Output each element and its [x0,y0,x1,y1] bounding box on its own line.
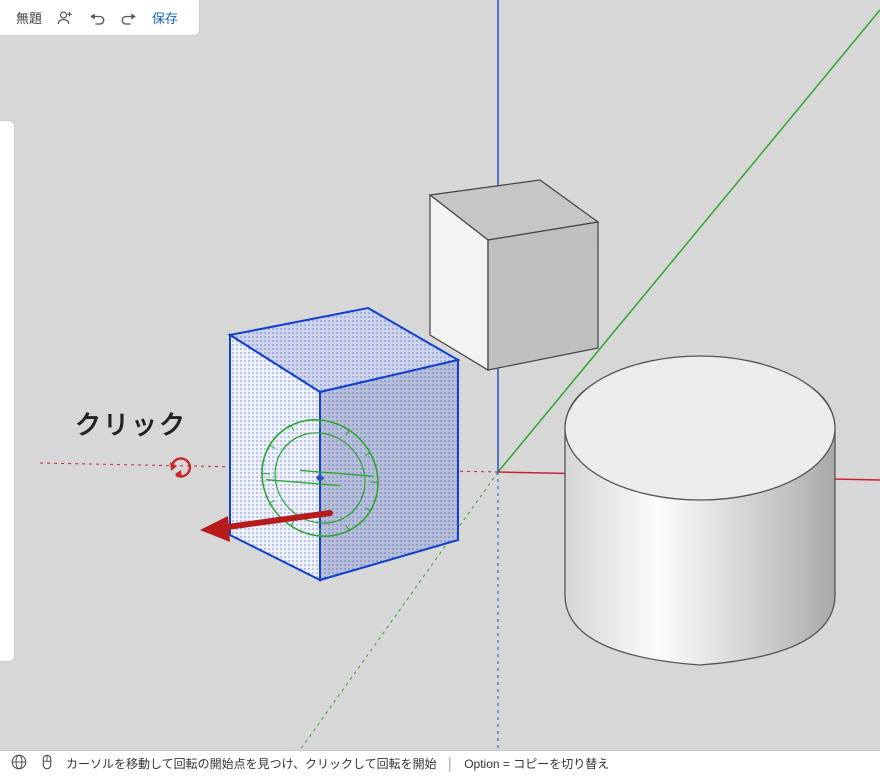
redo-icon [120,9,138,27]
document-title[interactable]: 無題 [12,0,46,35]
undo-button[interactable] [84,0,110,35]
add-user-button[interactable] [52,0,78,35]
cube-selected[interactable] [230,308,458,580]
redo-button[interactable] [116,0,142,35]
cube-back[interactable] [430,180,598,370]
user-plus-icon [56,9,74,27]
annotation-click-label: クリック [75,405,187,442]
mouse-indicator [38,753,56,774]
top-toolbar: 無題 保存 [0,0,200,36]
mouse-icon [38,753,56,771]
language-button[interactable] [10,753,28,774]
save-button[interactable]: 保存 [148,0,182,35]
left-toolbar-cropped[interactable] [0,120,15,662]
status-bar: カーソルを移動して回転の開始点を見つけ、クリックして回転を開始 │ Option… [0,750,880,776]
cylinder[interactable] [565,356,835,665]
status-option-hint: Option = コピーを切り替え [464,755,609,772]
globe-icon [10,753,28,771]
undo-icon [88,9,106,27]
status-separator: │ [447,757,455,771]
status-hint: カーソルを移動して回転の開始点を見つけ、クリックして回転を開始 [66,755,437,772]
viewport-3d[interactable] [0,0,880,750]
